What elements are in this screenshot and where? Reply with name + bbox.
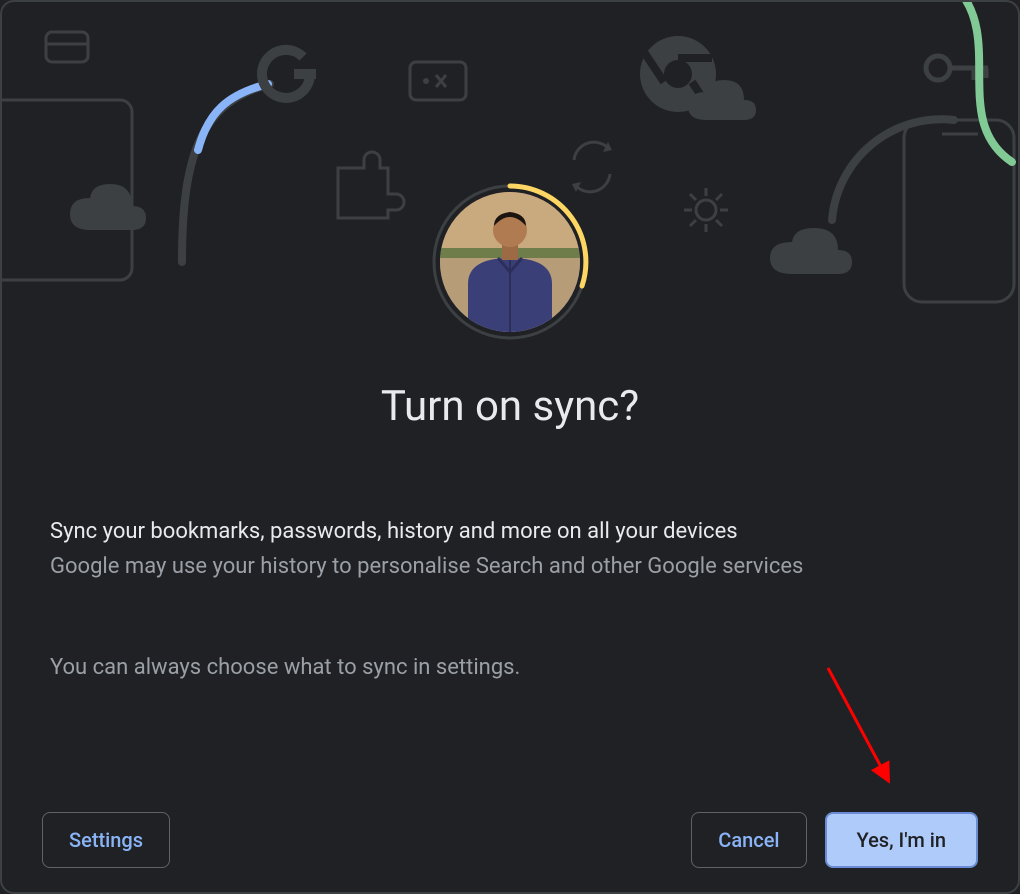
cancel-button[interactable]: Cancel [691,812,806,868]
cloud-icon [70,184,146,230]
cloud-icon [688,80,756,120]
sync-description-tertiary: You can always choose what to sync in se… [50,655,970,680]
settings-button[interactable]: Settings [42,812,170,868]
dialog-title: Turn on sync? [50,382,970,431]
annotation-arrow-icon [822,662,902,792]
key-icon [926,56,988,80]
google-g-icon [262,50,316,98]
user-avatar [430,182,590,342]
confirm-button-label: Yes, I'm in [857,828,946,852]
sync-description-primary: Sync your bookmarks, passwords, history … [50,519,970,544]
gear-icon [684,188,728,232]
cloud-icon [770,228,852,274]
extension-icon [338,152,404,218]
password-field-icon [410,62,466,100]
settings-button-label: Settings [69,828,143,852]
confirm-button[interactable]: Yes, I'm in [825,812,978,868]
cancel-button-label: Cancel [718,828,779,852]
chrome-icon [640,36,716,112]
dialog-button-row: Settings Cancel Yes, I'm in [2,812,1018,868]
credit-card-icon [46,32,88,62]
sync-description-secondary: Google may use your history to personali… [50,554,970,579]
dialog-content: Turn on sync? Sync your bookmarks, passw… [2,382,1018,680]
